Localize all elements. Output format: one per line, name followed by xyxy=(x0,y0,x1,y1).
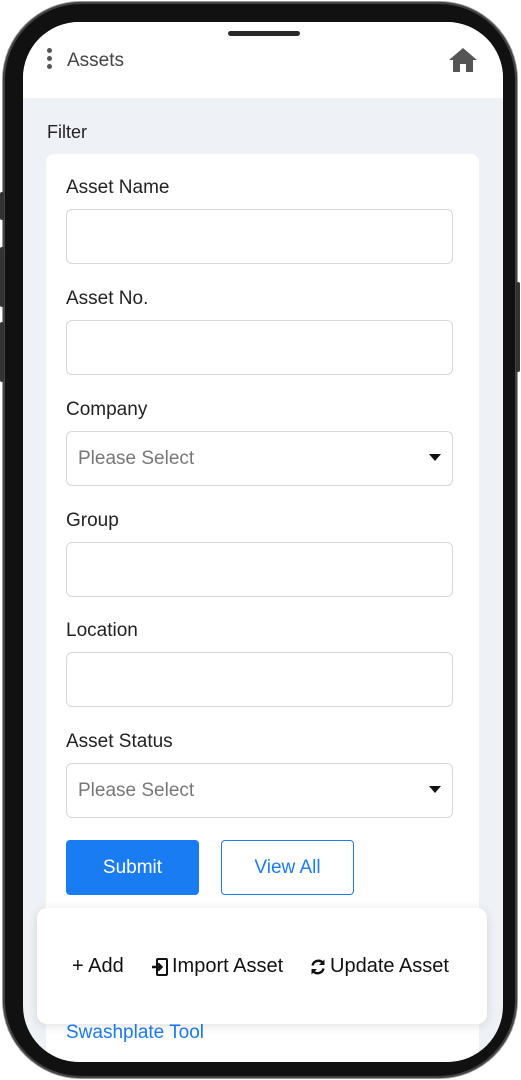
volume-down-button xyxy=(0,322,4,382)
submit-button[interactable]: Submit xyxy=(66,840,199,895)
add-button[interactable]: + Add xyxy=(72,955,124,978)
asset-name-label: Asset Name xyxy=(66,177,170,198)
company-select[interactable]: Please Select xyxy=(66,431,453,486)
update-asset-button[interactable]: Update Asset xyxy=(309,955,449,978)
asset-status-label: Asset Status xyxy=(66,731,173,752)
asset-name-input[interactable] xyxy=(66,209,453,264)
filter-heading: Filter xyxy=(47,122,87,142)
dropdown-caret-icon xyxy=(429,786,441,793)
asset-no-input[interactable] xyxy=(66,320,453,375)
location-label: Location xyxy=(66,620,138,641)
add-label: + Add xyxy=(72,955,124,977)
speaker-notch xyxy=(228,31,300,36)
kebab-menu-icon[interactable] xyxy=(46,48,54,72)
import-icon xyxy=(152,957,168,976)
home-icon[interactable] xyxy=(448,47,478,73)
asset-status-select[interactable]: Please Select xyxy=(66,763,453,818)
swashplate-tool-link[interactable]: Swashplate Tool xyxy=(66,1022,204,1044)
power-button xyxy=(516,282,520,372)
refresh-icon xyxy=(311,959,325,974)
company-label: Company xyxy=(66,399,148,420)
import-asset-label: Import Asset xyxy=(172,955,284,977)
dropdown-caret-icon xyxy=(429,454,441,461)
import-asset-button[interactable]: Import Asset xyxy=(151,955,283,978)
group-label: Group xyxy=(66,510,119,531)
location-input[interactable] xyxy=(66,652,453,707)
mute-switch xyxy=(0,192,4,220)
view-all-button[interactable]: View All xyxy=(221,840,354,895)
asset-no-label: Asset No. xyxy=(66,288,149,309)
volume-up-button xyxy=(0,247,4,307)
update-asset-label: Update Asset xyxy=(330,955,449,977)
company-select-placeholder: Please Select xyxy=(78,448,195,469)
group-input[interactable] xyxy=(66,542,453,597)
page-title: Assets xyxy=(67,50,125,71)
app-screen: Assets Filter Asset Name Asset No. Compa… xyxy=(23,22,503,1062)
action-bar: + Add Import Asset Update Asset xyxy=(37,908,487,1024)
phone-frame: Assets Filter Asset Name Asset No. Compa… xyxy=(0,2,520,1078)
asset-status-select-placeholder: Please Select xyxy=(78,780,195,801)
